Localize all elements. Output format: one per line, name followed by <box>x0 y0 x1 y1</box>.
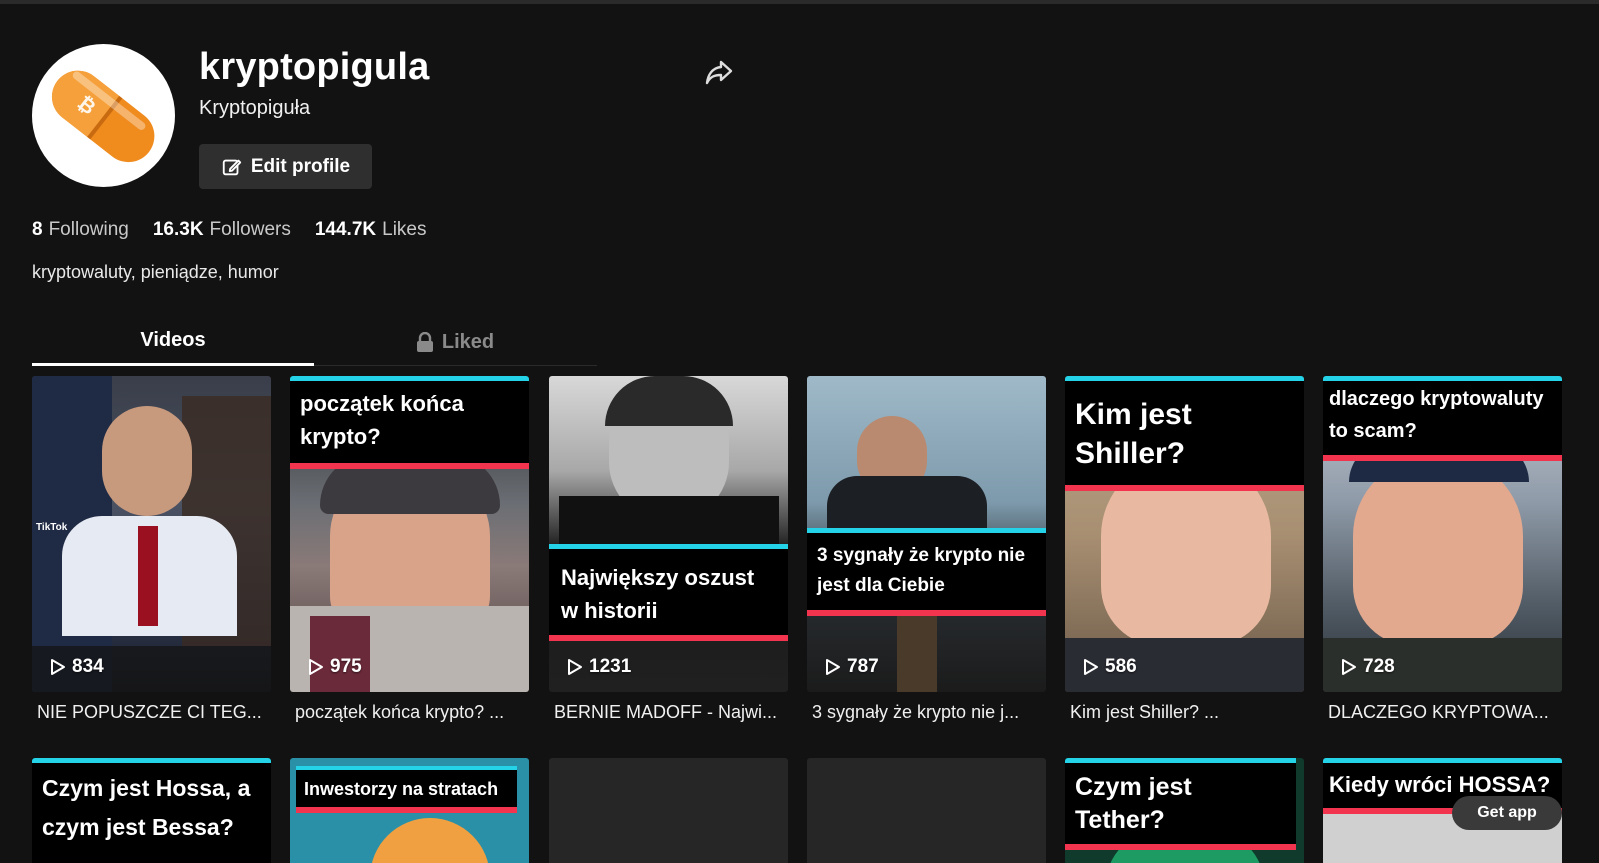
thumbnail-face <box>1353 456 1523 646</box>
video-overlay-title: Największy oszust w historii <box>549 544 788 641</box>
get-app-button[interactable]: Get app <box>1452 796 1562 830</box>
video-caption[interactable]: BERNIE MADOFF - Najwi... <box>549 702 788 723</box>
view-count-value: 1231 <box>589 656 632 677</box>
tiktok-watermark: TikTok <box>36 522 68 533</box>
play-icon <box>51 659 65 675</box>
play-icon <box>826 659 840 675</box>
play-icon <box>1084 659 1098 675</box>
tab-videos[interactable]: Videos <box>32 318 314 366</box>
profile-tabs: Videos Liked <box>32 318 597 366</box>
video-thumbnail: TikTok <box>32 376 271 692</box>
likes-label: Likes <box>382 219 427 240</box>
avatar[interactable]: ₿ <box>32 44 175 187</box>
video-overlay-title: początek końca krypto? <box>290 376 529 469</box>
video-card[interactable]: TikTok 834 <box>32 376 271 692</box>
play-icon <box>309 659 323 675</box>
view-count: 787 <box>825 656 879 678</box>
video-thumbnail <box>549 376 788 692</box>
username: kryptopigula <box>199 46 430 88</box>
thumbnail-chair <box>897 606 937 692</box>
likes-count: 144.7K <box>314 219 377 240</box>
view-count: 834 <box>50 656 104 678</box>
video-card[interactable]: Czym jest Hossa, a czym jest Bessa? <box>32 758 271 863</box>
nickname: Kryptopiguła <box>199 97 311 119</box>
video-caption[interactable]: Kim jest Shiller? ... <box>1065 702 1304 723</box>
bitcoin-pill-icon: ₿ <box>51 70 155 163</box>
video-overlay-title: Kim jest Shiller? <box>1065 376 1304 491</box>
video-caption[interactable]: początek końca krypto? ... <box>290 702 529 723</box>
followers-stat[interactable]: 16.3K Followers <box>153 219 291 241</box>
video-card[interactable]: Czym jest Tether? <box>1065 758 1304 863</box>
view-count: 728 <box>1341 656 1395 678</box>
video-overlay-title: Inwestorzy na stratach <box>296 766 517 813</box>
video-caption[interactable]: 3 sygnały że krypto nie j... <box>807 702 1046 723</box>
followers-count: 16.3K <box>152 219 204 240</box>
video-card[interactable]: Największy oszust w historii 1231 <box>549 376 788 692</box>
view-count: 586 <box>1083 656 1137 678</box>
video-card-placeholder[interactable] <box>549 758 788 863</box>
lock-icon <box>416 332 433 352</box>
video-card[interactable]: początek końca krypto? 975 <box>290 376 529 692</box>
tab-videos-label: Videos <box>140 329 206 351</box>
following-stat[interactable]: 8 Following <box>32 219 129 241</box>
following-count: 8 <box>32 219 43 240</box>
share-button[interactable] <box>703 56 735 88</box>
video-overlay-title: Czym jest Hossa, a czym jest Bessa? <box>32 758 271 854</box>
play-icon <box>1342 659 1356 675</box>
edit-profile-button[interactable]: Edit profile <box>199 144 372 189</box>
tab-liked-label: Liked <box>441 330 495 353</box>
thumbnail-hair <box>605 376 733 426</box>
edit-profile-label: Edit profile <box>250 155 351 177</box>
top-divider <box>0 0 1599 4</box>
thumbnail-face <box>102 406 192 516</box>
view-count-value: 975 <box>330 656 362 677</box>
video-caption[interactable]: DLACZEGO KRYPTOWA... <box>1323 702 1562 723</box>
followers-label: Followers <box>209 219 291 240</box>
video-card[interactable]: dlaczego kryptowaluty to scam? 728 <box>1323 376 1562 692</box>
video-card[interactable]: Kim jest Shiller? 586 <box>1065 376 1304 692</box>
likes-stat: 144.7K Likes <box>315 219 427 241</box>
video-overlay-title: Czym jest Tether? <box>1065 758 1296 850</box>
video-card-placeholder[interactable] <box>807 758 1046 863</box>
video-caption[interactable]: NIE POPUSZCZE CI TEG... <box>32 702 271 723</box>
view-count: 975 <box>308 656 362 678</box>
view-count-value: 728 <box>1363 656 1395 677</box>
play-icon <box>568 659 582 675</box>
thumbnail-tie <box>138 526 158 626</box>
thumbnail-body <box>827 476 987 536</box>
view-count: 1231 <box>567 656 631 678</box>
thumbnail-hood-left <box>310 616 370 692</box>
profile-stats: 8 Following 16.3K Followers 144.7K Likes <box>32 219 427 241</box>
share-icon <box>705 60 733 85</box>
video-overlay-title: dlaczego kryptowaluty to scam? <box>1323 376 1562 461</box>
following-label: Following <box>48 219 129 240</box>
video-card[interactable]: 3 sygnały że krypto nie jest dla Ciebie … <box>807 376 1046 692</box>
thumbnail-cartoon-hair <box>370 818 490 863</box>
view-count-value: 787 <box>847 656 879 677</box>
video-card[interactable]: Inwestorzy na stratach <box>290 758 529 863</box>
bio: kryptowaluty, pieniądze, humor <box>32 262 279 282</box>
tab-liked[interactable]: Liked <box>314 318 596 366</box>
edit-icon <box>222 159 242 175</box>
view-count-value: 586 <box>1105 656 1137 677</box>
video-overlay-title: 3 sygnały że krypto nie jest dla Ciebie <box>807 528 1046 616</box>
view-count-value: 834 <box>72 656 104 677</box>
